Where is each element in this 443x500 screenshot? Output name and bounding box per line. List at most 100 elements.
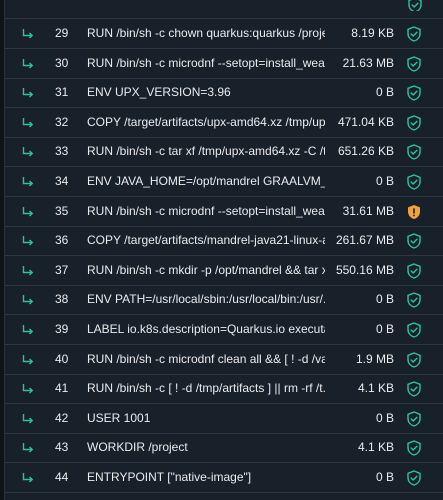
layer-row[interactable]: 43 WORKDIR /project 4.1 KB (5, 433, 443, 464)
sub-arrow-icon (22, 176, 34, 188)
layer-row[interactable]: 41 RUN /bin/sh -c [ ! -d /tmp/artifacts ]… (5, 374, 443, 405)
layer-row-partial[interactable] (5, 0, 443, 19)
layer-row[interactable]: 39 LABEL io.k8s.description=Quarkus.io ex… (5, 315, 443, 345)
layer-row[interactable]: 29 RUN /bin/sh -c chown quarkus:quarkus /… (5, 19, 443, 49)
layer-command: RUN /bin/sh -c [ ! -d /tmp/artifacts ] |… (87, 381, 325, 396)
sub-arrow-icon (22, 28, 34, 40)
layer-index: 40 (55, 351, 69, 366)
layer-command: ENV UPX_VERSION=3.96 (87, 85, 231, 100)
layer-index: 42 (55, 410, 69, 425)
layer-command: RUN /bin/sh -c microdnf --setopt=install… (87, 55, 325, 70)
sub-arrow-icon (22, 442, 34, 454)
layer-size: 0 B (375, 322, 394, 336)
layer-index: 37 (55, 262, 69, 277)
layer-index: 36 (55, 233, 69, 248)
layer-row[interactable]: 37 RUN /bin/sh -c mkdir -p /opt/mandrel &… (5, 256, 443, 286)
shield-check-icon[interactable] (407, 470, 421, 486)
layer-index: 33 (55, 144, 69, 159)
layer-size: 4.1 KB (357, 381, 394, 396)
layer-command: LABEL io.k8s.description=Quarkus.io exec… (87, 322, 325, 336)
layer-command: RUN /bin/sh -c chown quarkus:quarkus /pr… (87, 26, 325, 40)
layer-command: RUN /bin/sh -c microdnf --setopt=install… (87, 203, 325, 218)
shield-warning-icon[interactable] (407, 204, 421, 220)
shield-check-icon[interactable] (407, 322, 421, 338)
layer-list[interactable]: 29 RUN /bin/sh -c chown quarkus:quarkus /… (4, 0, 443, 500)
layer-index: 43 (55, 440, 69, 455)
sub-arrow-icon (22, 87, 34, 99)
shield-check-icon[interactable] (407, 85, 421, 101)
layer-index: 35 (55, 203, 69, 218)
layer-size: 8.19 KB (351, 26, 394, 40)
shield-check-icon[interactable] (407, 440, 421, 457)
layer-size: 471.04 KB (337, 114, 394, 129)
layer-size: 0 B (375, 292, 394, 307)
layer-index: 29 (55, 26, 69, 40)
layer-command: COPY /target/artifacts/mandrel-java21-li… (87, 233, 325, 248)
shield-check-icon[interactable] (407, 411, 421, 427)
layer-size: 31.61 MB (342, 203, 394, 218)
shield-check-icon[interactable] (407, 115, 421, 131)
layer-index: 32 (55, 114, 69, 129)
layer-row[interactable]: 31 ENV UPX_VERSION=3.96 0 B (5, 78, 443, 109)
sub-arrow-icon (22, 146, 34, 158)
layer-size: 0 B (375, 174, 394, 188)
sub-arrow-icon (22, 58, 34, 70)
layer-command: RUN /bin/sh -c tar xf /tmp/upx-amd64.xz … (87, 144, 325, 159)
sub-arrow-icon (22, 235, 34, 247)
shield-check-icon[interactable] (407, 55, 421, 72)
layer-row[interactable]: 38 ENV PATH=/usr/local/sbin:/usr/local/bi… (5, 285, 443, 316)
shield-check-icon[interactable] (407, 144, 421, 161)
shield-check-icon[interactable] (407, 263, 421, 279)
layer-row[interactable]: 42 USER 1001 0 B (5, 404, 443, 434)
layer-size: 21.63 MB (342, 55, 394, 70)
shield-check-icon[interactable] (407, 26, 421, 42)
sub-arrow-icon (22, 265, 34, 277)
layer-row[interactable]: 35 RUN /bin/sh -c microdnf --setopt=insta… (5, 197, 443, 227)
layer-index: 39 (55, 322, 69, 336)
sub-arrow-icon (22, 413, 34, 425)
layer-size: 550.16 MB (335, 262, 394, 277)
shield-check-icon[interactable] (407, 381, 421, 397)
layer-row[interactable]: 44 ENTRYPOINT ["native-image"] 0 B (5, 463, 443, 493)
sub-arrow-icon (22, 324, 34, 336)
layer-row[interactable]: 34 ENV JAVA_HOME=/opt/mandrel GRAALVM_HO.… (5, 167, 443, 197)
layer-index: 34 (55, 174, 69, 188)
layer-size: 0 B (375, 85, 394, 100)
layer-command: RUN /bin/sh -c microdnf clean all && [ !… (87, 351, 325, 366)
layer-command: ENV PATH=/usr/local/sbin:/usr/local/bin:… (87, 292, 325, 307)
sub-arrow-icon (22, 383, 34, 395)
layer-row[interactable]: 33 RUN /bin/sh -c tar xf /tmp/upx-amd64.x… (5, 137, 443, 168)
layer-index: 30 (55, 55, 69, 70)
shield-check-icon[interactable] (407, 233, 421, 249)
layer-row[interactable]: 36 COPY /target/artifacts/mandrel-java21-… (5, 226, 443, 257)
layer-command: WORKDIR /project (87, 440, 188, 455)
shield-check-icon[interactable] (407, 351, 421, 368)
layer-size: 0 B (375, 410, 394, 425)
sub-arrow-icon (22, 472, 34, 484)
layer-row[interactable]: 30 RUN /bin/sh -c microdnf --setopt=insta… (5, 49, 443, 79)
sub-arrow-icon (22, 117, 34, 129)
layer-size: 261.67 MB (335, 233, 394, 248)
image-layers-panel: 29 RUN /bin/sh -c chown quarkus:quarkus /… (0, 0, 443, 500)
layer-row[interactable]: 40 RUN /bin/sh -c microdnf clean all && [… (5, 345, 443, 375)
layer-command: ENV JAVA_HOME=/opt/mandrel GRAALVM_HO... (87, 174, 325, 188)
layer-size: 1.9 MB (355, 351, 394, 366)
layer-command: RUN /bin/sh -c mkdir -p /opt/mandrel && … (87, 262, 325, 277)
layer-index: 31 (55, 85, 69, 100)
layer-index: 41 (55, 381, 69, 396)
layer-command: USER 1001 (87, 410, 151, 425)
layer-command: ENTRYPOINT ["native-image"] (87, 470, 252, 484)
layer-command: COPY /target/artifacts/upx-amd64.xz /tmp… (87, 114, 325, 129)
shield-check-icon (408, 0, 422, 11)
sub-arrow-icon (22, 206, 34, 218)
layer-index: 38 (55, 292, 69, 307)
layer-size: 651.26 KB (337, 144, 394, 159)
layer-index: 44 (55, 470, 69, 484)
sub-arrow-icon (22, 354, 34, 366)
layer-size: 0 B (375, 470, 394, 484)
layer-row[interactable]: 32 COPY /target/artifacts/upx-amd64.xz /t… (5, 108, 443, 138)
sub-arrow-icon (22, 294, 34, 306)
layer-size: 4.1 KB (357, 440, 394, 455)
shield-check-icon[interactable] (407, 174, 421, 190)
shield-check-icon[interactable] (407, 292, 421, 309)
